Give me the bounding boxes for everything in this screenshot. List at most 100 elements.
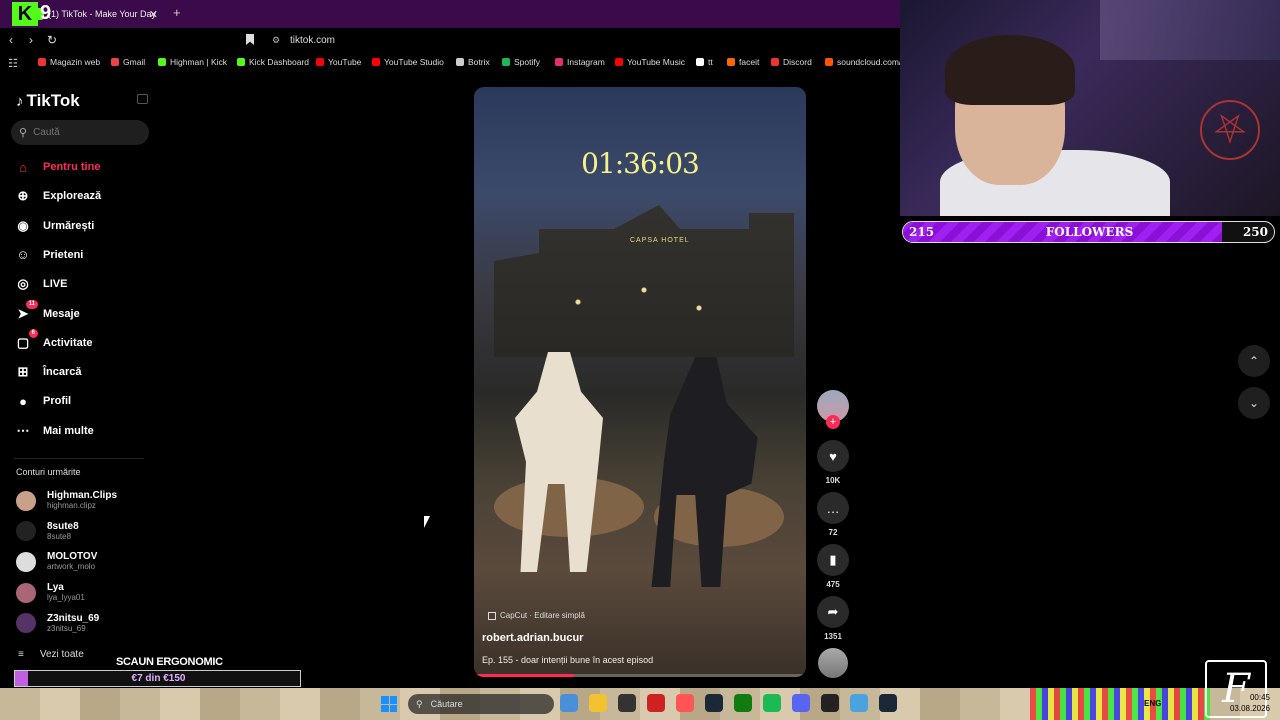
sidebar-item[interactable]: ⊞ Încarcă — [14, 363, 82, 381]
messages-icon: ➤ 11 — [14, 299, 38, 323]
donation-goal-title: SCAUN ERGONOMIC — [116, 656, 223, 668]
discord-icon[interactable] — [792, 694, 810, 712]
account-handle: z3nitsu_69 — [47, 623, 86, 633]
bookmark-favicon-icon — [158, 58, 166, 66]
see-all-button[interactable]: ≡ Vezi toate — [18, 649, 84, 660]
follow-plus-icon[interactable]: + — [826, 415, 840, 429]
capcut-tag[interactable]: CapCut · Editare simplă — [488, 611, 585, 620]
bookmark-item[interactable]: Discord — [771, 57, 812, 67]
brave-icon[interactable] — [676, 694, 694, 712]
bookmark-label: Kick Dashboard — [249, 57, 310, 67]
bookmark-item[interactable]: Magazin web — [38, 57, 100, 67]
back-icon[interactable]: ‹ — [9, 33, 13, 47]
file-explorer-icon[interactable] — [589, 694, 607, 712]
close-tab-icon[interactable]: ✕ — [149, 8, 158, 21]
bookmark-item[interactable]: YouTube Studio — [372, 57, 444, 67]
bookmark-favicon-icon — [111, 58, 119, 66]
previous-video-button[interactable]: ⌃ — [1238, 345, 1270, 377]
avatar — [16, 521, 36, 542]
bookmark-item[interactable]: Instagram — [555, 57, 605, 67]
music-disc-avatar[interactable] — [818, 648, 848, 678]
app-icon[interactable] — [850, 694, 868, 712]
bookmark-label: Magazin web — [50, 57, 101, 67]
search-box[interactable]: ⚲ — [11, 120, 149, 145]
home-icon: ⌂ — [19, 159, 27, 175]
followed-account[interactable]: Z3nitsu_69 z3nitsu_69 — [16, 613, 99, 634]
bookmark-favicon-icon — [771, 58, 779, 66]
share-icon[interactable]: ➦ — [817, 596, 849, 628]
sidebar-item[interactable]: ⊕ Explorează — [14, 187, 102, 205]
app-icon[interactable] — [821, 694, 839, 712]
steam-icon[interactable] — [705, 694, 723, 712]
sidebar-item[interactable]: ● Profil — [14, 392, 71, 410]
bookmark-item[interactable]: Kick Dashboard — [237, 57, 309, 67]
app-icon[interactable] — [647, 694, 665, 712]
bookmark-item[interactable]: YouTube Music — [615, 57, 685, 67]
sidebar-item-label: LIVE — [43, 278, 68, 291]
avatar — [16, 551, 36, 572]
windows-taskbar — [0, 688, 1280, 720]
url-field[interactable]: tiktok.com — [290, 35, 335, 46]
account-text: Lya lya_lyya01 — [47, 582, 85, 603]
video-author[interactable]: robert.adrian.bucur — [482, 632, 583, 644]
bookmark-item[interactable]: Gmail — [111, 57, 145, 67]
bookmark-label: soundcloud.com/ — [837, 57, 902, 67]
spotify-icon[interactable] — [763, 694, 781, 712]
next-video-button[interactable]: ⌄ — [1238, 387, 1270, 419]
kick-logo-number: 9 — [40, 2, 52, 24]
bookmark-item[interactable]: soundcloud.com/ — [825, 57, 901, 67]
system-clock[interactable]: 00:45 03.08.2026 — [1214, 692, 1270, 714]
sidebar-item[interactable]: ➤ 11 Mesaje — [14, 299, 80, 323]
bookmark-item[interactable]: Botrix — [456, 57, 490, 67]
bookmark-favicon-icon — [316, 58, 324, 66]
obs-icon[interactable] — [618, 694, 636, 712]
avatar — [16, 582, 36, 603]
taskbar-search[interactable]: ⚲ Căutare — [408, 694, 554, 714]
sidebar-item[interactable]: ⋯ Mai multe — [14, 422, 94, 440]
followed-account[interactable]: MOLOTOV artwork_molo — [16, 551, 97, 572]
search-input[interactable] — [33, 127, 134, 138]
account-text: MOLOTOV artwork_molo — [47, 551, 97, 572]
following-section-title: Conturi urmărite — [16, 467, 81, 477]
followers-current: 215 — [909, 225, 935, 239]
capcut-label: CapCut · Editare simplă — [500, 611, 585, 620]
comment-icon[interactable]: … — [817, 492, 849, 524]
like-count: 10K — [825, 476, 841, 485]
followed-account[interactable]: Highman.Clips highman.clipz — [16, 490, 117, 511]
xbox-icon[interactable] — [734, 694, 752, 712]
video-progress-bar[interactable] — [474, 674, 806, 677]
collapse-sidebar-icon[interactable] — [137, 94, 148, 104]
steam-icon[interactable] — [879, 694, 897, 712]
windows-start-icon[interactable] — [381, 696, 397, 712]
followed-account[interactable]: 8sute8 8sute8 — [16, 521, 79, 542]
bookmark-icon[interactable]: ▮ — [817, 544, 849, 576]
address-bar — [0, 28, 900, 52]
bookmark-item[interactable]: Spotify — [502, 57, 540, 67]
bookmark-item[interactable]: tt — [696, 57, 713, 67]
friends-icon: ☺ — [16, 247, 30, 263]
sidebar-item[interactable]: ⌂ Pentru tine — [14, 158, 100, 176]
sidebar-item[interactable]: ◎ LIVE — [14, 275, 67, 293]
bookmark-item[interactable]: Highman | Kick — [158, 57, 227, 67]
followed-account[interactable]: Lya lya_lyya01 — [16, 582, 85, 603]
reload-icon[interactable]: ↻ — [47, 33, 57, 47]
forward-icon[interactable]: › — [29, 33, 33, 47]
bookmark-favicon-icon — [825, 58, 833, 66]
sidebar-item[interactable]: ◉ Urmărești — [14, 217, 94, 235]
bookmark-item[interactable]: faceit — [727, 57, 759, 67]
sidebar-item[interactable]: ☺ Prieteni — [14, 246, 83, 264]
language-indicator[interactable]: ENG — [1144, 699, 1161, 708]
bookmark-item[interactable]: YouTube — [316, 57, 361, 67]
task-view-icon[interactable] — [560, 694, 578, 712]
video-player[interactable]: CAPSA HOTEL 01:36:03 CapCut · Editare si… — [474, 87, 806, 677]
sidebar-item-label: Profil — [43, 395, 72, 408]
account-text: Highman.Clips highman.clipz — [47, 490, 117, 511]
site-settings-icon[interactable]: ⚙ — [272, 35, 280, 46]
new-tab-button[interactable]: + — [173, 5, 181, 20]
like-icon[interactable]: ♥ — [817, 440, 849, 472]
apps-grid-icon[interactable]: ☷ — [8, 57, 18, 70]
list-icon: ≡ — [18, 649, 24, 660]
avatar — [16, 490, 36, 511]
sidebar-item[interactable]: ▢ 6 Activitate — [14, 328, 93, 352]
tiktok-logo[interactable]: ♪ TikTok — [16, 91, 80, 111]
